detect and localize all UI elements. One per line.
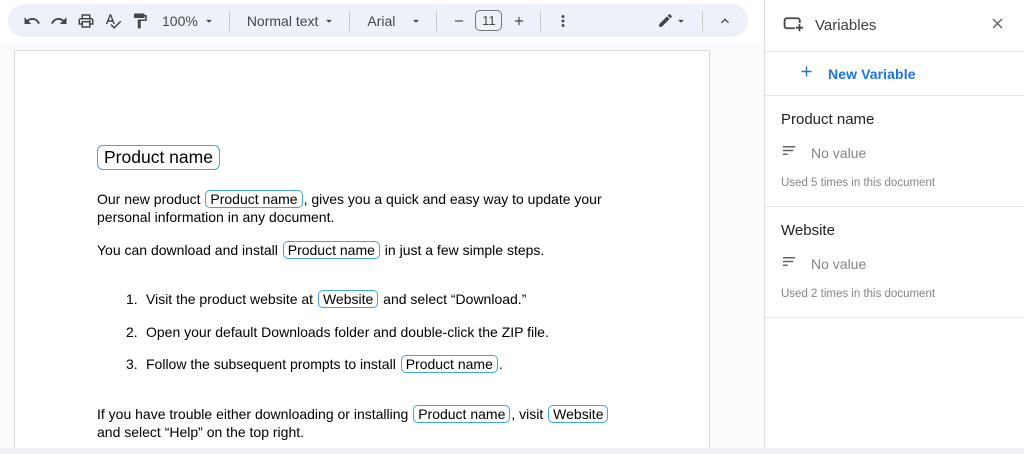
list-item-text: Visit the product website at Website and… — [146, 290, 526, 308]
document-page[interactable]: Product name Our new product Product nam… — [14, 50, 710, 454]
font-family-select[interactable]: Arial — [358, 7, 428, 34]
new-variable-button[interactable]: New Variable — [765, 52, 1024, 96]
redo-button[interactable] — [45, 7, 72, 34]
window-bottom-edge — [0, 448, 1024, 454]
variable-chip[interactable]: Product name — [97, 145, 220, 170]
document-area: 100% Normal text Arial — [0, 0, 764, 454]
short-text-icon — [781, 253, 798, 275]
list-number: 3. — [126, 355, 146, 373]
variable-name: Website — [779, 222, 1008, 239]
font-size-input[interactable] — [475, 10, 502, 31]
paint-format-button[interactable] — [126, 7, 153, 34]
list-number: 2. — [126, 323, 146, 341]
close-panel-button[interactable] — [984, 13, 1010, 39]
zoom-value: 100% — [158, 13, 202, 29]
plus-icon — [512, 14, 526, 28]
print-button[interactable] — [72, 7, 99, 34]
variable-chip[interactable]: Product name — [205, 190, 302, 208]
list-item-text: Follow the subsequent prompts to install… — [146, 355, 503, 373]
variable-value-row[interactable]: No value — [779, 142, 1008, 164]
chevron-up-icon — [717, 13, 733, 29]
document-paragraph: If you have trouble either downloading o… — [97, 405, 627, 441]
variable-value-row[interactable]: No value — [779, 253, 1008, 275]
panel-title: Variables — [815, 17, 973, 34]
variable-name: Product name — [779, 111, 1008, 128]
variable-section: Product name No value Used 5 times in th… — [765, 96, 1024, 207]
variable-chip[interactable]: Product name — [413, 405, 510, 423]
variable-chip[interactable]: Product name — [401, 355, 498, 373]
chevron-down-icon — [674, 14, 688, 28]
print-icon — [77, 12, 95, 30]
toolbar-divider — [540, 11, 541, 31]
more-vertical-icon — [554, 12, 572, 30]
spellcheck-button[interactable] — [99, 7, 126, 34]
hide-menus-button[interactable] — [711, 7, 738, 34]
font-family-value: Arial — [363, 13, 409, 29]
toolbar-divider — [349, 11, 350, 31]
decrease-font-size-button[interactable] — [445, 7, 472, 34]
close-icon — [989, 15, 1006, 37]
spellcheck-icon — [104, 12, 122, 30]
variable-usage: Used 5 times in this document — [779, 175, 1008, 206]
list-item: 1. Visit the product website at Website … — [126, 290, 526, 308]
variable-section: Website No value Used 2 times in this do… — [765, 207, 1024, 318]
chevron-down-icon — [202, 14, 216, 28]
document-paragraph: You can download and install Product nam… — [97, 241, 657, 259]
document-heading: Product name — [97, 145, 220, 170]
variable-chip[interactable]: Product name — [283, 241, 380, 259]
variable-value: No value — [811, 145, 866, 161]
new-variable-label: New Variable — [828, 66, 916, 82]
chevron-down-icon — [322, 14, 336, 28]
list-number: 1. — [126, 290, 146, 308]
list-item: 2. Open your default Downloads folder an… — [126, 323, 549, 341]
paragraph-style-value: Normal text — [243, 13, 323, 29]
variable-chip[interactable]: Website — [548, 405, 608, 423]
plus-icon — [798, 63, 815, 85]
undo-icon — [23, 12, 41, 30]
panel-header: Variables — [765, 0, 1024, 52]
toolbar-divider — [229, 11, 230, 31]
document-paragraph: Our new product Product name, gives you … — [97, 190, 621, 226]
variable-usage: Used 2 times in this document — [779, 286, 1008, 317]
increase-font-size-button[interactable] — [505, 7, 532, 34]
pencil-icon — [657, 12, 674, 29]
paint-roller-icon — [131, 12, 149, 30]
zoom-select[interactable]: 100% — [153, 7, 221, 34]
variables-panel: Variables New Variable Product name No v… — [764, 0, 1024, 454]
editing-mode-button[interactable] — [650, 7, 694, 34]
variable-value: No value — [811, 256, 866, 272]
insert-variable-icon — [783, 13, 804, 39]
main-toolbar: 100% Normal text Arial — [8, 4, 748, 37]
list-item: 3. Follow the subsequent prompts to inst… — [126, 355, 503, 373]
list-item-text: Open your default Downloads folder and d… — [146, 323, 549, 341]
toolbar-divider — [436, 11, 437, 31]
toolbar-divider — [702, 11, 703, 31]
redo-icon — [50, 12, 68, 30]
variable-chip[interactable]: Website — [318, 290, 378, 308]
chevron-down-icon — [409, 14, 423, 28]
undo-button[interactable] — [18, 7, 45, 34]
minus-icon — [452, 14, 466, 28]
short-text-icon — [781, 142, 798, 164]
paragraph-style-select[interactable]: Normal text — [238, 7, 342, 34]
more-toolbar-options-button[interactable] — [549, 7, 576, 34]
